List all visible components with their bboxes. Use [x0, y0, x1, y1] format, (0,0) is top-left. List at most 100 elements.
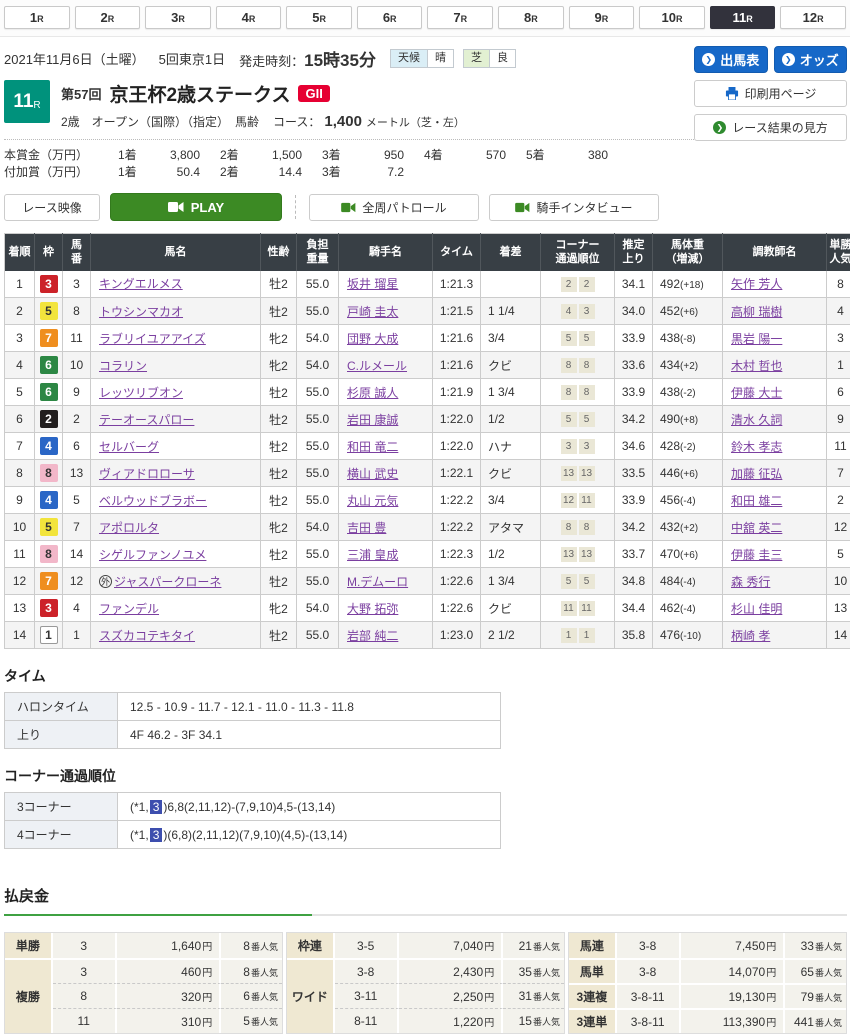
horse-name-link[interactable]: コラリン [99, 359, 147, 373]
jockey-name-link[interactable]: 丸山 元気 [347, 494, 398, 508]
margin: 1 3/4 [481, 379, 541, 406]
result-guide-button[interactable]: ❯ レース結果の見方 [694, 114, 847, 141]
race-tab-6r[interactable]: 6R [357, 6, 423, 29]
race-tab-9r[interactable]: 9R [569, 6, 635, 29]
trainer-name-link[interactable]: 伊藤 大士 [731, 386, 782, 400]
trainer-name-link[interactable]: 矢作 芳人 [731, 277, 782, 291]
jockey-name-link[interactable]: 和田 竜二 [347, 440, 398, 454]
odds-button[interactable]: ❯ オッズ [774, 46, 848, 73]
horse-name-link[interactable]: ラブリイユアアイズ [99, 332, 206, 346]
estimated-agari: 34.4 [615, 595, 653, 622]
jockey-name-link[interactable]: 岩部 純二 [347, 629, 398, 643]
jockey-name-link[interactable]: 三浦 皇成 [347, 548, 398, 562]
jockey-name-link[interactable]: 吉田 豊 [347, 521, 386, 535]
corner-position-badge: 8 [561, 385, 577, 400]
trainer-name-link[interactable]: 木村 哲也 [731, 359, 782, 373]
race-title-block: 11R 第57回 京王杯2歳ステークス GII 2歳 オープン（国際）（指定） … [4, 80, 694, 130]
horse-name-link[interactable]: アポロルタ [99, 521, 159, 535]
finish-time: 1:21.5 [433, 298, 481, 325]
jockey-interview-button[interactable]: 騎手インタビュー [489, 194, 659, 221]
trainer-name-link[interactable]: 森 秀行 [731, 575, 770, 589]
trainer-name-link[interactable]: 中舘 英二 [731, 521, 782, 535]
patrol-video-button[interactable]: 全周パトロール [309, 194, 479, 221]
race-tab-5r[interactable]: 5R [286, 6, 352, 29]
results-column-header: タイム [433, 234, 481, 271]
jockey-name-link[interactable]: C.ルメール [347, 359, 407, 373]
horse-name-link[interactable]: シゲルファンノユメ [99, 548, 206, 562]
jockey-name-link[interactable]: 横山 武史 [347, 467, 398, 481]
waku-cell: 4 [35, 487, 63, 514]
horse-name-link[interactable]: ファンデル [99, 602, 159, 616]
jockey-name-link[interactable]: 坂井 瑠星 [347, 277, 398, 291]
payout-row: ワイド3-82,430円35番人気 [287, 958, 564, 983]
estimated-agari: 34.8 [615, 568, 653, 595]
trainer-name-link[interactable]: 清水 久詞 [731, 413, 782, 427]
race-tab-11r[interactable]: 11R [710, 6, 776, 29]
race-tab-12r[interactable]: 12R [780, 6, 846, 29]
horse-name-link[interactable]: テーオースパロー [99, 413, 194, 427]
horse-name-link[interactable]: ベルウッドブラボー [99, 494, 207, 508]
trainer-name-link[interactable]: 鈴木 孝志 [731, 440, 782, 454]
horse-number: 8 [63, 298, 91, 325]
horse-name-link[interactable]: セルバーグ [99, 440, 159, 454]
win-popularity: 5 [827, 541, 850, 568]
print-button[interactable]: 印刷用ページ [694, 80, 847, 107]
body-weight-diff: (-8) [680, 334, 696, 345]
prize-block: 本賞金（万円）1着3,8002着1,5003着9504着5705着380付加賞（… [4, 147, 694, 181]
tab-suffix-label: R [676, 14, 683, 24]
start-time-value: 15時35分 [304, 51, 376, 70]
race-title: 京王杯2歳ステークス [109, 80, 290, 107]
carried-weight: 54.0 [297, 325, 339, 352]
race-tab-bar: 1R2R3R4R5R6R7R8R9R10R11R12R [0, 0, 850, 37]
horse-name-link[interactable]: ヴィアドロローサ [99, 467, 195, 481]
shutsuba-button[interactable]: ❯ 出馬表 [694, 46, 768, 73]
jockey-name-link[interactable]: 岩田 康誠 [347, 413, 398, 427]
patrol-label: 全周パトロール [362, 199, 446, 216]
waku-badge: 4 [40, 437, 58, 455]
trainer-name-link[interactable]: 柄崎 孝 [731, 629, 770, 643]
race-tab-8r[interactable]: 8R [498, 6, 564, 29]
trainer-name-link[interactable]: 杉山 佳明 [731, 602, 782, 616]
race-date: 2021年11月6日（土曜） [4, 49, 145, 68]
horse-name-link[interactable]: レッツリブオン [99, 386, 183, 400]
horse-name-link[interactable]: トウシンマカオ [99, 305, 183, 319]
trainer-name-link[interactable]: 加藤 征弘 [731, 467, 782, 481]
horse-name-link[interactable]: スズカコテキタイ [99, 629, 195, 643]
trainer-name-link[interactable]: 和田 雄二 [731, 494, 782, 508]
tab-suffix-label: R [319, 14, 326, 24]
payout-table: 単勝31,640円8番人気複勝3460円8番人気8320円6番人気11310円5… [4, 932, 283, 1034]
jockey-name-link[interactable]: 戸崎 圭太 [347, 305, 398, 319]
tab-number-label: 1 [30, 10, 37, 25]
horse-name-link[interactable]: ジャスパークローネ [114, 575, 221, 589]
yen-suffix: 円 [484, 968, 494, 979]
finish-position: 4 [5, 352, 35, 379]
body-weight-value: 490 [660, 412, 680, 426]
corner-position-badge: 8 [561, 358, 577, 373]
play-button[interactable]: PLAY [110, 193, 282, 221]
arrow-circle-icon: ❯ [702, 53, 715, 66]
corner-position-badge: 8 [579, 358, 595, 373]
jockey-name-link[interactable]: 杉原 誠人 [347, 386, 398, 400]
trainer-name-link[interactable]: 黒岩 陽一 [731, 332, 782, 346]
payout-table: 馬連3-87,450円33番人気馬単3-814,070円65番人気3連複3-8-… [568, 932, 847, 1034]
horse-number: 3 [63, 271, 91, 298]
jockey-name-link[interactable]: 大野 拓弥 [347, 602, 398, 616]
payout-popularity: 6番人気 [221, 983, 282, 1008]
race-tab-7r[interactable]: 7R [427, 6, 493, 29]
race-tab-1r[interactable]: 1R [4, 6, 70, 29]
payout-amount: 7,040円 [399, 933, 504, 958]
race-tab-4r[interactable]: 4R [216, 6, 282, 29]
trainer-name-link[interactable]: 高柳 瑞樹 [731, 305, 782, 319]
finish-position: 10 [5, 514, 35, 541]
jockey-name-link[interactable]: M.デムーロ [347, 575, 408, 589]
horse-name-link[interactable]: キングエルメス [99, 277, 183, 291]
result-row: 11814シゲルファンノユメ牡255.0三浦 皇成1:22.31/2131333… [5, 541, 850, 568]
race-tab-2r[interactable]: 2R [75, 6, 141, 29]
jockey-name-link[interactable]: 団野 大成 [347, 332, 398, 346]
body-weight-value: 452 [660, 304, 680, 318]
race-tab-3r[interactable]: 3R [145, 6, 211, 29]
trainer-name-link[interactable]: 伊藤 圭三 [731, 548, 782, 562]
tab-number-label: 7 [453, 10, 460, 25]
race-tab-10r[interactable]: 10R [639, 6, 705, 29]
video-row: レース映像 PLAY 全周パトロール 騎手インタビュー [4, 193, 847, 221]
